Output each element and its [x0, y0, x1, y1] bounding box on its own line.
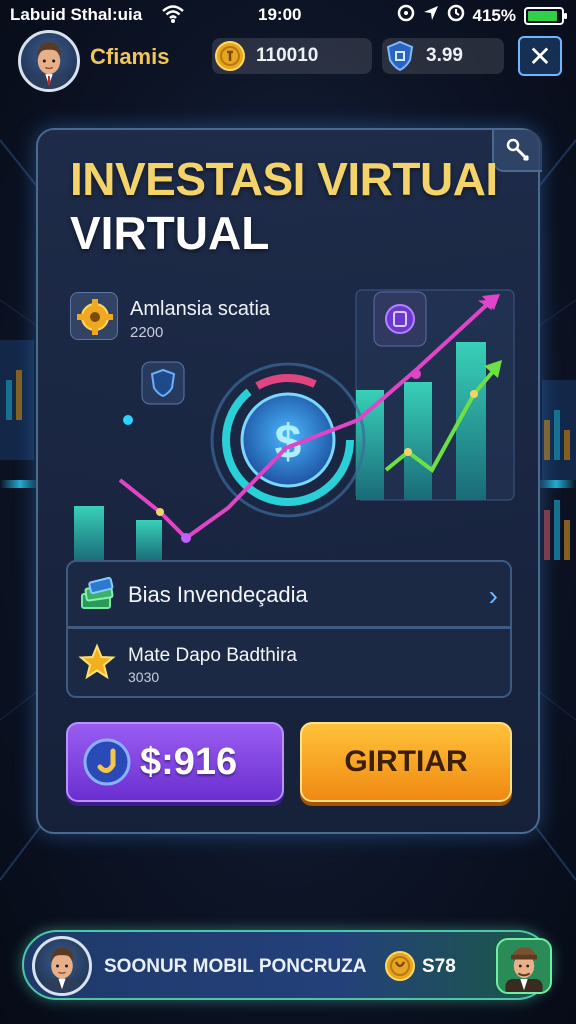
option-label: Bias Invendeçadia: [128, 582, 308, 607]
clock: 19:00: [258, 5, 302, 24]
investment-option-row[interactable]: Bias Invendeçadia ›: [66, 560, 512, 628]
bottom-avatar[interactable]: [32, 936, 92, 996]
investment-panel: INVESTASI VIRTUAI VIRTUAL $ Amlansia sca…: [36, 128, 542, 834]
close-button[interactable]: ✕: [518, 36, 562, 76]
coin-balance[interactable]: 110010: [212, 38, 372, 74]
gem-amount: 3.99: [426, 45, 463, 66]
character-portrait: [44, 948, 80, 993]
price-button[interactable]: $:916: [66, 722, 284, 802]
player-name: Cfiamis: [90, 44, 170, 69]
character-portrait: [30, 42, 68, 89]
status-bar: Labuid Sthal:uia 19:00 415%: [0, 0, 576, 30]
battery-level-fill: [528, 10, 557, 21]
buy-button[interactable]: GIRTIAR: [300, 722, 512, 802]
coin-icon: [214, 40, 246, 72]
location-icon: [423, 5, 439, 26]
close-icon: ✕: [528, 40, 552, 72]
bottom-bar[interactable]: SOONUR MOBIL PONCRUZA S78: [22, 930, 552, 1000]
chevron-right-icon: ›: [488, 580, 498, 611]
alarm-icon: [447, 4, 465, 27]
shield-gem-icon: [384, 40, 416, 72]
player-avatar[interactable]: [18, 30, 80, 92]
character-portrait: [505, 947, 543, 992]
star-icon: [78, 643, 116, 681]
bottom-value: S78: [422, 956, 456, 977]
buy-label: GIRTIAR: [344, 745, 468, 778]
chart-bar: [356, 390, 384, 500]
battery-icon: [524, 6, 567, 25]
panel-title-line1: INVESTASI VIRTUAI: [70, 153, 498, 205]
price-label: $:916: [140, 740, 238, 783]
investment-detail-row[interactable]: Mate Dapo Badthira 3030: [66, 628, 512, 698]
panel-title-line2: VIRTUAL: [70, 207, 270, 259]
detail-label: Mate Dapo Badthira: [128, 645, 297, 666]
status-right: 415%: [397, 4, 567, 27]
stat-label: Amlansia scatia: [130, 298, 271, 320]
chart-bar: [74, 506, 104, 562]
badge-icon: [385, 304, 415, 334]
cash-stack-icon: [78, 576, 116, 614]
chart-bar: [136, 520, 162, 562]
coin-amount: 110010: [256, 45, 319, 66]
gem-balance[interactable]: 3.99: [382, 38, 504, 74]
chart-bar: [404, 382, 432, 500]
settings-icon: [506, 138, 530, 162]
battery-percent: 415%: [472, 5, 516, 25]
detail-value: 3030: [128, 669, 160, 685]
stat-icon-box: [70, 292, 118, 340]
wifi-icon: [162, 4, 184, 29]
bottom-title: SOONUR MOBIL PONCRUZA: [104, 956, 367, 977]
sync-icon: [397, 4, 415, 27]
gear-icon: [77, 299, 113, 335]
currency-icon: [82, 737, 132, 787]
carrier-label: Labuid Sthal:uia: [10, 5, 143, 24]
stat-value: 2200: [130, 324, 164, 341]
friend-avatar[interactable]: [496, 938, 552, 994]
settings-button[interactable]: [492, 130, 542, 172]
coin-icon: [384, 950, 416, 982]
